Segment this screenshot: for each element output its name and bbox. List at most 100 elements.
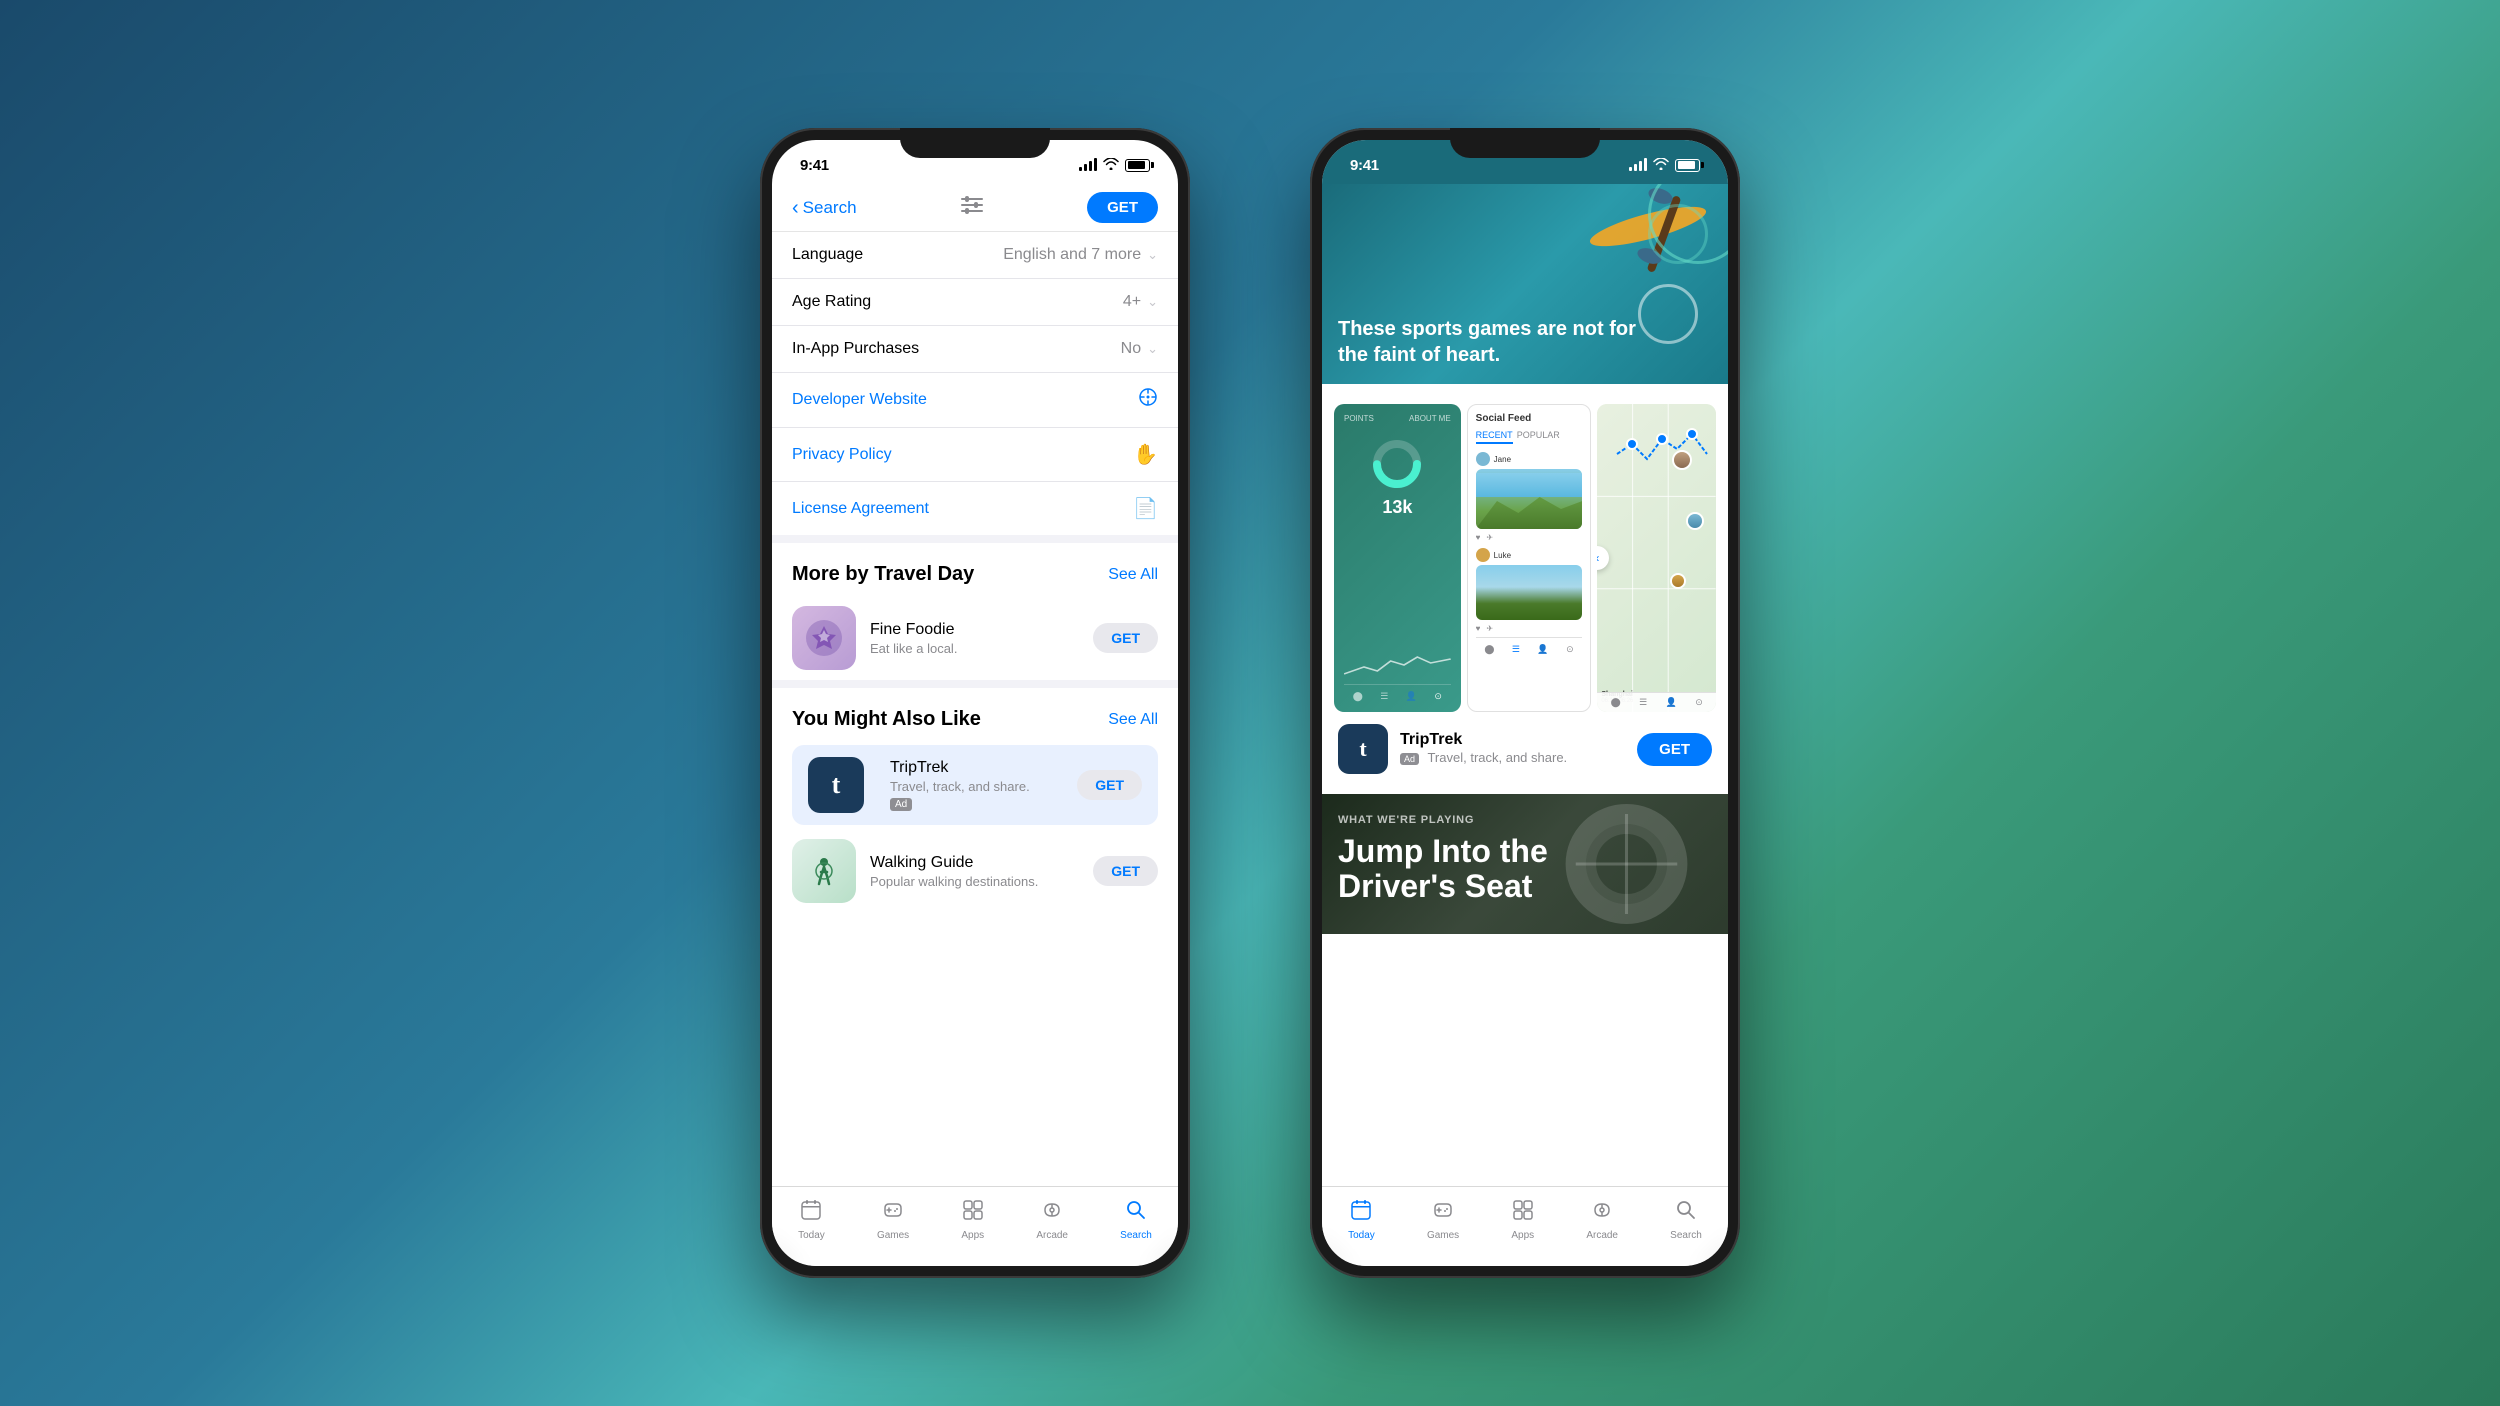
more-by-title: More by Travel Day xyxy=(792,563,974,586)
ad-triptrek-icon: t xyxy=(1338,724,1388,774)
sports-card-headline: These sports games are not forthe faint … xyxy=(1338,316,1636,368)
license-row[interactable]: License Agreement 📄 xyxy=(772,482,1178,535)
screenshot-stats: POINTS ABOUT ME xyxy=(1334,404,1461,712)
tab-apps-label-1: Apps xyxy=(961,1230,984,1241)
tab-arcade-label-2: Arcade xyxy=(1586,1230,1618,1241)
license-link[interactable]: License Agreement 📄 xyxy=(792,496,1158,521)
sports-card-image: These sports games are not forthe faint … xyxy=(1322,184,1728,384)
filter-icon-1[interactable] xyxy=(961,196,983,220)
tab-arcade-label-1: Arcade xyxy=(1036,1230,1068,1241)
playing-card: WHAT WE'RE PLAYING Jump Into theDriver's… xyxy=(1322,794,1728,934)
screen-content-2: These sports games are not forthe faint … xyxy=(1322,184,1728,1230)
document-icon: 📄 xyxy=(1133,496,1158,521)
tab-search-label-2: Search xyxy=(1670,1230,1702,1241)
tab-arcade-2[interactable]: Arcade xyxy=(1586,1199,1618,1241)
tab-today-1[interactable]: Today xyxy=(798,1199,825,1241)
triptrek-get-button-1[interactable]: GET xyxy=(1077,770,1142,800)
apps-tab-icon xyxy=(962,1199,984,1227)
water-circle-decoration xyxy=(1638,284,1698,344)
notch-1 xyxy=(900,128,1050,158)
wifi-icon-2 xyxy=(1653,158,1669,173)
info-list-1: Language English and 7 more ⌄ Age Rating… xyxy=(772,232,1178,535)
tab-bar-1: Today Games xyxy=(772,1186,1178,1266)
privacy-policy-link[interactable]: Privacy Policy ✋ xyxy=(792,442,1158,467)
walking-guide-row: Walking Guide Popular walking destinatio… xyxy=(772,829,1178,913)
more-by-see-all[interactable]: See All xyxy=(1108,566,1158,584)
you-might-also-like-section: You Might Also Like See All t TripTrek T… xyxy=(772,688,1178,913)
privacy-policy-row[interactable]: Privacy Policy ✋ xyxy=(772,428,1178,482)
screenshot-map: ‹ xyxy=(1597,404,1716,712)
walking-guide-icon xyxy=(792,839,856,903)
tab-games-1[interactable]: Games xyxy=(877,1199,909,1241)
chevron-down-icon-iap: ⌄ xyxy=(1147,341,1158,357)
age-rating-row[interactable]: Age Rating 4+ ⌄ xyxy=(772,279,1178,326)
tab-today-label-1: Today xyxy=(798,1230,825,1241)
sports-card: These sports games are not forthe faint … xyxy=(1322,184,1728,384)
tab-apps-1[interactable]: Apps xyxy=(961,1199,984,1241)
developer-website-link[interactable]: Developer Website xyxy=(792,387,1158,413)
tab-search-label-1: Search xyxy=(1120,1230,1152,1241)
ad-get-button[interactable]: GET xyxy=(1637,733,1712,766)
tab-apps-label-2: Apps xyxy=(1511,1230,1534,1241)
ad-triptrek-info: TripTrek Ad Travel, track, and share. xyxy=(1400,731,1625,767)
notch-2 xyxy=(1450,128,1600,158)
tab-today-label-2: Today xyxy=(1348,1230,1375,1241)
triptrek-name-1: TripTrek xyxy=(890,759,1063,777)
also-like-title: You Might Also Like xyxy=(792,708,981,731)
ad-triptrek-subtitle: Travel, track, and share. xyxy=(1427,750,1567,765)
chevron-down-icon-age: ⌄ xyxy=(1147,294,1158,310)
playing-title: Jump Into theDriver's Seat xyxy=(1338,834,1712,904)
back-label-1: Search xyxy=(803,198,857,218)
triptrek-icon-1: t xyxy=(808,757,864,813)
signal-icon-2 xyxy=(1629,159,1647,171)
tab-games-label-1: Games xyxy=(877,1230,909,1241)
fine-foodie-row: Fine Foodie Eat like a local. GET xyxy=(772,596,1178,680)
ad-triptrek-name: TripTrek xyxy=(1400,731,1625,749)
divider-2 xyxy=(772,680,1178,688)
also-like-see-all[interactable]: See All xyxy=(1108,711,1158,729)
walking-guide-subtitle: Popular walking destinations. xyxy=(870,874,1079,889)
tab-today-2[interactable]: Today xyxy=(1348,1199,1375,1241)
search-tab-icon xyxy=(1125,1199,1147,1227)
fine-foodie-get-button[interactable]: GET xyxy=(1093,623,1158,653)
triptrek-row: t TripTrek Travel, track, and share. Ad … xyxy=(792,745,1158,825)
mountain-image xyxy=(1476,469,1583,529)
status-icons-1 xyxy=(1079,158,1150,173)
tab-games-2[interactable]: Games xyxy=(1427,1199,1459,1241)
scroll-area-1[interactable]: Language English and 7 more ⌄ Age Rating… xyxy=(772,232,1178,1266)
arcade-tab-icon-2 xyxy=(1591,1199,1613,1227)
tab-search-1[interactable]: Search xyxy=(1120,1199,1152,1241)
nav-bar-1: ‹ Search GET xyxy=(772,184,1178,232)
iap-value: No ⌄ xyxy=(1121,340,1158,358)
chevron-left-icon: ‹ xyxy=(792,198,799,218)
screen-content-1: Language English and 7 more ⌄ Age Rating… xyxy=(772,232,1178,1266)
tab-apps-2[interactable]: Apps xyxy=(1511,1199,1534,1241)
also-like-header: You Might Also Like See All xyxy=(772,688,1178,741)
arcade-tab-icon xyxy=(1041,1199,1063,1227)
age-rating-label: Age Rating xyxy=(792,293,871,311)
get-button-nav[interactable]: GET xyxy=(1087,192,1158,223)
playing-label: WHAT WE'RE PLAYING xyxy=(1338,814,1712,826)
search-tab-icon-2 xyxy=(1675,1199,1697,1227)
tab-games-label-2: Games xyxy=(1427,1230,1459,1241)
screenshot-social: Social Feed RECENT POPULAR Jane xyxy=(1467,404,1592,712)
triptrek-info-1: TripTrek Travel, track, and share. Ad xyxy=(890,759,1063,812)
fine-foodie-info: Fine Foodie Eat like a local. xyxy=(870,621,1079,656)
triptrek-subtitle-1: Travel, track, and share. xyxy=(890,779,1063,794)
ad-badge-2: Ad xyxy=(1400,753,1419,765)
developer-website-row[interactable]: Developer Website xyxy=(772,373,1178,428)
scroll-area-2[interactable]: These sports games are not forthe faint … xyxy=(1322,184,1728,1230)
hiker-image xyxy=(1476,565,1583,620)
battery-icon-1 xyxy=(1125,159,1150,172)
walking-guide-name: Walking Guide xyxy=(870,854,1079,872)
today-tab-icon-2 xyxy=(1350,1199,1372,1227)
tab-arcade-1[interactable]: Arcade xyxy=(1036,1199,1068,1241)
today-tab-icon xyxy=(800,1199,822,1227)
walking-guide-get-button[interactable]: GET xyxy=(1093,856,1158,886)
phone-1: 9:41 xyxy=(760,128,1190,1278)
screenshots-container: POINTS ABOUT ME xyxy=(1322,392,1728,712)
tab-search-2[interactable]: Search xyxy=(1670,1199,1702,1241)
language-row[interactable]: Language English and 7 more ⌄ xyxy=(772,232,1178,279)
iap-row[interactable]: In-App Purchases No ⌄ xyxy=(772,326,1178,373)
back-button-1[interactable]: ‹ Search xyxy=(792,198,857,218)
